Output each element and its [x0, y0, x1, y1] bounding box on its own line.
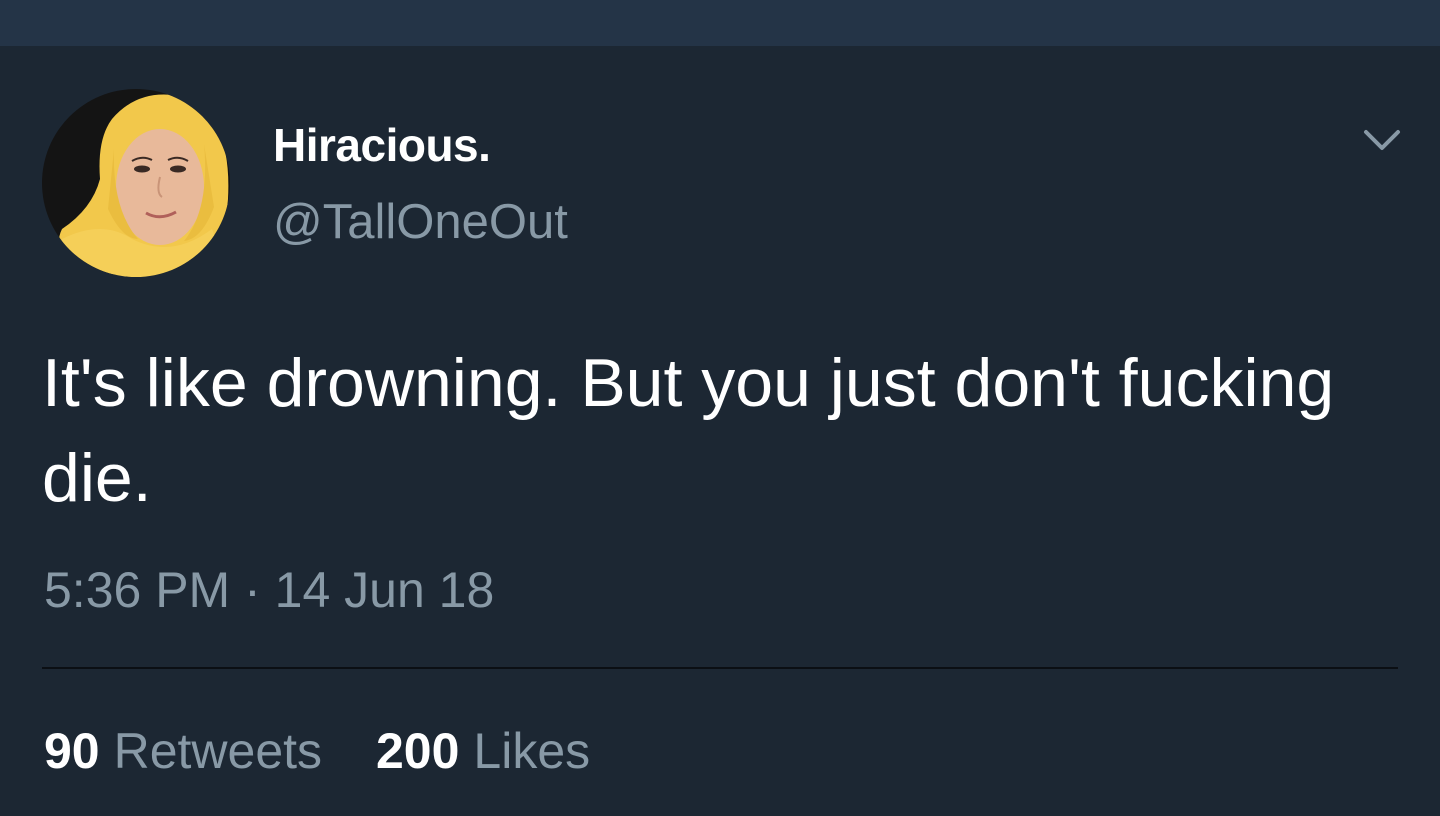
likes-label: Likes	[473, 723, 591, 779]
likes-count: 200	[375, 723, 460, 779]
author-handle[interactable]: @TallOneOut	[273, 194, 568, 250]
chevron-down-icon[interactable]	[1358, 122, 1406, 158]
author-display-name[interactable]: Hiracious.	[273, 118, 491, 172]
avatar[interactable]	[42, 89, 230, 277]
divider	[42, 667, 1398, 669]
tweet-timestamp[interactable]: 5:36 PM · 14 Jun 18	[44, 561, 494, 619]
retweets-count: 90	[44, 723, 100, 779]
retweets-label: Retweets	[113, 723, 323, 779]
tweet-text: It's like drowning. But you just don't f…	[42, 345, 1335, 516]
tweet-stats: 90 Retweets 200 Likes	[44, 722, 630, 780]
retweets-stat[interactable]: 90 Retweets	[44, 722, 322, 780]
likes-stat[interactable]: 200 Likes	[376, 722, 590, 780]
avatar-image	[42, 89, 230, 277]
top-bar	[0, 0, 1440, 46]
